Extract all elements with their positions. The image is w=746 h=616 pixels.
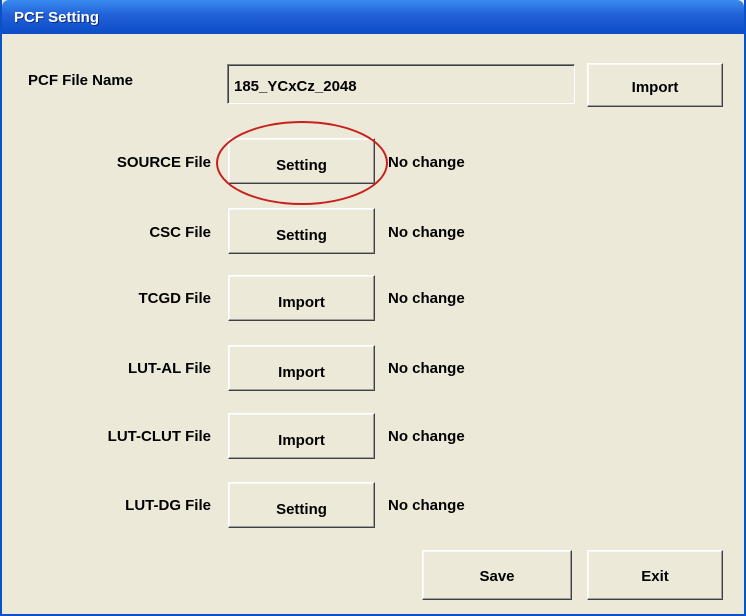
pcf-import-button[interactable]: Import xyxy=(587,63,723,107)
lut-dg-setting-button-label: Setting xyxy=(276,500,327,518)
tcgd-import-button-label: Import xyxy=(278,293,325,311)
save-button[interactable]: Save xyxy=(422,550,572,600)
source-setting-button-label: Setting xyxy=(276,156,327,174)
csc-setting-button-label: Setting xyxy=(276,226,327,244)
lut-al-file-label: LUT-AL File xyxy=(127,360,211,377)
lut-clut-import-button-label: Import xyxy=(278,431,325,449)
lut-al-import-button[interactable]: Import xyxy=(228,345,375,391)
window-title: PCF Setting xyxy=(14,9,99,26)
lut-clut-import-button[interactable]: Import xyxy=(228,413,375,459)
lut-al-import-button-label: Import xyxy=(278,363,325,381)
pcf-import-button-label: Import xyxy=(631,78,679,96)
tcgd-file-label: TCGD File xyxy=(138,290,211,307)
lut-clut-status: No change xyxy=(388,428,465,445)
csc-status: No change xyxy=(388,224,465,241)
csc-setting-button[interactable]: Setting xyxy=(228,208,375,254)
source-setting-button[interactable]: Setting xyxy=(228,138,375,184)
pcf-setting-window: PCF Setting PCF File Name 185_YCxCz_2048… xyxy=(0,0,746,616)
tcgd-import-button[interactable]: Import xyxy=(228,275,375,321)
lut-clut-file-label: LUT-CLUT File xyxy=(107,428,211,445)
lut-al-status: No change xyxy=(388,360,465,377)
pcf-file-name-field[interactable]: 185_YCxCz_2048 xyxy=(227,64,575,104)
title-bar[interactable]: PCF Setting xyxy=(2,0,744,34)
pcf-file-name-label: PCF File Name xyxy=(28,72,134,89)
source-status: No change xyxy=(388,154,465,171)
exit-button[interactable]: Exit xyxy=(587,550,723,600)
tcgd-status: No change xyxy=(388,290,465,307)
lut-dg-setting-button[interactable]: Setting xyxy=(228,482,375,528)
exit-button-label: Exit xyxy=(641,567,669,585)
lut-dg-status: No change xyxy=(388,497,465,514)
csc-file-label: CSC File xyxy=(149,224,211,241)
source-file-label: SOURCE File xyxy=(116,154,211,171)
lut-dg-file-label: LUT-DG File xyxy=(125,497,211,514)
save-button-label: Save xyxy=(479,567,515,585)
